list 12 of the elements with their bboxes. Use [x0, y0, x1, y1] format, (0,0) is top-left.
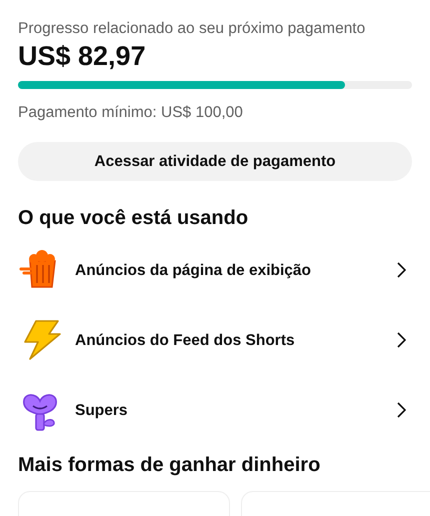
- chevron-right-icon[interactable]: [397, 402, 406, 418]
- feature-link[interactable]: Anúncios da página de exibição: [75, 258, 397, 282]
- chevron-right-icon[interactable]: [397, 332, 406, 348]
- payment-activity-button[interactable]: Acessar atividade de pagamento: [18, 142, 412, 182]
- feature-link[interactable]: Anúncios do Feed dos Shorts: [75, 328, 397, 352]
- earnings-amount: US$ 82,97: [18, 40, 147, 72]
- section-heading: O que você está usando: [18, 206, 250, 230]
- progress-caption: Progresso relacionado ao seu próximo pagamento: [18, 20, 366, 39]
- minimum-payment-text: Pagamento mínimo: US$ 100,00: [18, 102, 244, 123]
- section-heading: Mais formas de ganhar dinheiro: [18, 453, 322, 478]
- chevron-right-icon[interactable]: [397, 262, 406, 278]
- feature-link[interactable]: Supers: [75, 398, 397, 422]
